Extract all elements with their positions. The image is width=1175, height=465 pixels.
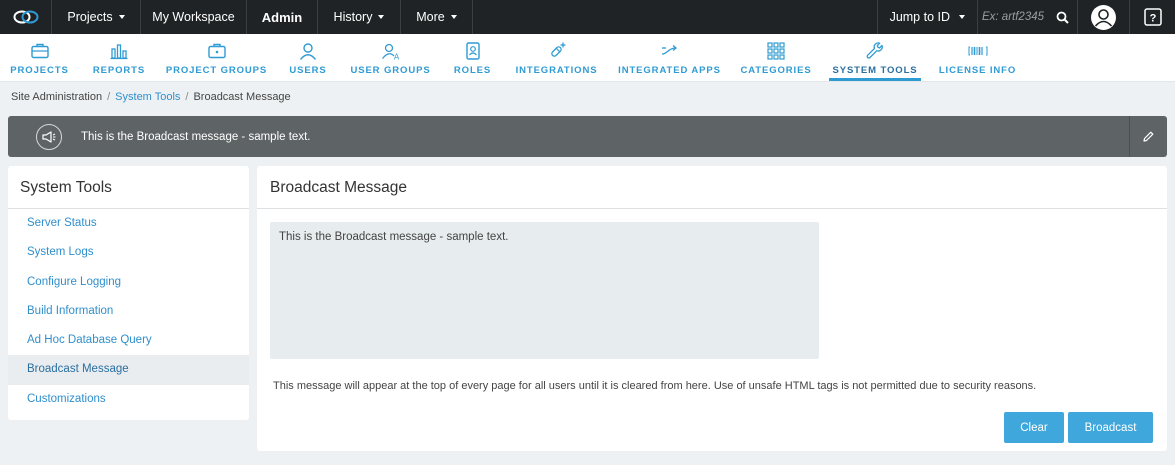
svg-text:A: A xyxy=(393,53,399,62)
help-icon: ? xyxy=(1143,8,1162,26)
logo-icon xyxy=(13,10,38,24)
tab-integrated-apps[interactable]: INTEGRATED APPS xyxy=(618,34,720,82)
tab-system-tools[interactable]: SYSTEM TOOLS xyxy=(829,34,921,82)
tab-reports-label: REPORTS xyxy=(92,65,146,76)
user-icon xyxy=(299,43,317,60)
broadcast-message-panel: Broadcast Message This message will appe… xyxy=(257,166,1167,451)
nav-my-workspace[interactable]: My Workspace xyxy=(141,0,247,34)
broadcast-banner: This is the Broadcast message - sample t… xyxy=(8,116,1167,157)
pencil-icon xyxy=(1143,131,1154,142)
chevron-down-icon xyxy=(959,15,965,19)
page-title: Broadcast Message xyxy=(257,166,1167,209)
breadcrumb-separator: / xyxy=(185,91,189,103)
nav-admin[interactable]: Admin xyxy=(247,0,318,34)
user-group-icon: A xyxy=(381,43,399,62)
tab-categories-label: CATEGORIES xyxy=(740,65,812,76)
admin-navigation: PROJECTS REPORTS PROJECT GROUPS USERS A … xyxy=(0,34,1175,82)
sidebar-item-broadcast-message[interactable]: Broadcast Message xyxy=(8,355,249,385)
tab-integrations[interactable]: INTEGRATIONS xyxy=(516,34,597,82)
tab-reports[interactable]: REPORTS xyxy=(92,34,146,82)
tab-users[interactable]: USERS xyxy=(289,34,327,82)
nav-my-workspace-label: My Workspace xyxy=(152,10,235,24)
chevron-down-icon xyxy=(118,15,125,19)
nav-history[interactable]: History xyxy=(318,0,401,34)
tab-project-groups-label: PROJECT GROUPS xyxy=(165,65,268,76)
tab-integrations-label: INTEGRATIONS xyxy=(515,65,598,76)
tab-projects[interactable]: PROJECTS xyxy=(10,34,68,82)
breadcrumb: Site Administration / System Tools / Bro… xyxy=(11,91,291,103)
sidebar-item-ad-hoc-database-query[interactable]: Ad Hoc Database Query xyxy=(8,326,249,355)
app-logo[interactable] xyxy=(0,0,52,34)
role-badge-icon xyxy=(465,42,480,60)
nav-history-label: History xyxy=(333,10,373,24)
bar-chart-icon xyxy=(110,44,128,60)
search-icon[interactable] xyxy=(1056,11,1069,24)
broadcast-help-text: This message will appear at the top of e… xyxy=(273,380,1037,392)
tab-roles[interactable]: ROLES xyxy=(453,34,492,82)
sidebar-item-server-status[interactable]: Server Status xyxy=(8,209,249,238)
tab-projects-label: PROJECTS xyxy=(10,65,69,76)
breadcrumb-root: Site Administration xyxy=(11,91,103,103)
tab-license-info-label: LICENSE INFO xyxy=(938,65,1017,76)
sidebar-item-build-information[interactable]: Build Information xyxy=(8,297,249,326)
jump-to-id-dropdown[interactable]: Jump to ID xyxy=(876,0,978,34)
nav-more-label: More xyxy=(416,10,445,24)
briefcase-group-icon xyxy=(207,43,226,59)
broadcast-button[interactable]: Broadcast xyxy=(1068,412,1153,443)
breadcrumb-current: Broadcast Message xyxy=(193,91,291,103)
avatar-icon xyxy=(1091,4,1116,30)
tab-user-groups-label: USER GROUPS xyxy=(350,65,431,76)
chevron-down-icon xyxy=(378,15,385,19)
broadcast-banner-text: This is the Broadcast message - sample t… xyxy=(81,130,311,143)
shuffle-icon xyxy=(661,45,677,55)
chevron-down-icon xyxy=(450,15,457,19)
nav-more[interactable]: More xyxy=(401,0,473,34)
id-search xyxy=(978,0,1078,34)
nav-admin-label: Admin xyxy=(261,9,303,25)
megaphone-icon xyxy=(36,123,62,150)
id-search-input[interactable] xyxy=(982,11,1050,23)
wrench-icon xyxy=(866,42,883,59)
sidebar-item-customizations[interactable]: Customizations xyxy=(8,385,249,414)
tab-license-info[interactable]: LICENSE INFO xyxy=(939,34,1015,82)
tab-project-groups[interactable]: PROJECT GROUPS xyxy=(166,34,266,82)
user-avatar-button[interactable] xyxy=(1078,0,1130,34)
briefcase-icon xyxy=(30,43,49,59)
sidebar-title: System Tools xyxy=(8,166,249,209)
barcode-icon xyxy=(968,46,987,56)
clear-button[interactable]: Clear xyxy=(1004,412,1064,443)
svg-text:?: ? xyxy=(1149,13,1156,25)
sidebar-item-system-logs[interactable]: System Logs xyxy=(8,238,249,267)
plug-plus-icon xyxy=(550,42,565,57)
nav-projects[interactable]: Projects xyxy=(52,0,141,34)
grid-icon xyxy=(767,42,785,60)
tab-roles-label: ROLES xyxy=(453,65,492,76)
breadcrumb-separator: / xyxy=(107,91,111,103)
edit-broadcast-button[interactable] xyxy=(1129,116,1167,157)
system-tools-sidebar: System Tools Server Status System Logs C… xyxy=(8,166,249,420)
jump-to-id-label: Jump to ID xyxy=(889,10,950,24)
help-button[interactable]: ? xyxy=(1130,0,1175,34)
tab-integrated-apps-label: INTEGRATED APPS xyxy=(618,65,721,76)
nav-projects-label: Projects xyxy=(67,10,113,24)
tab-system-tools-label: SYSTEM TOOLS xyxy=(832,65,918,76)
tab-categories[interactable]: CATEGORIES xyxy=(740,34,811,82)
sidebar-item-configure-logging[interactable]: Configure Logging xyxy=(8,268,249,297)
tab-user-groups[interactable]: A USER GROUPS xyxy=(350,34,430,82)
broadcast-message-input[interactable] xyxy=(270,222,819,359)
breadcrumb-system-tools-link[interactable]: System Tools xyxy=(115,91,180,103)
tab-users-label: USERS xyxy=(289,65,327,76)
top-navigation-bar: Projects My Workspace Admin History More… xyxy=(0,0,1175,34)
